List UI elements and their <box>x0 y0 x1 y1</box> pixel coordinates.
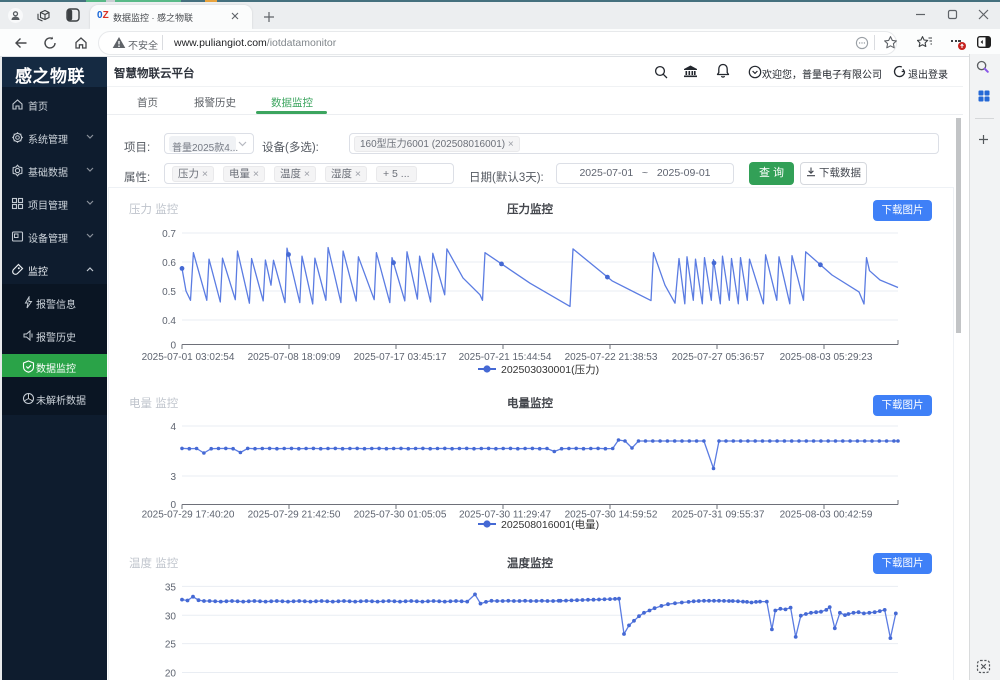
svg-text:2025-07-17 03:45:17: 2025-07-17 03:45:17 <box>354 352 447 363</box>
svg-text:0.6: 0.6 <box>162 258 176 269</box>
svg-text:2025-07-31 09:55:37: 2025-07-31 09:55:37 <box>672 510 765 521</box>
svg-text:2025-07-27 05:36:57: 2025-07-27 05:36:57 <box>672 352 765 363</box>
svg-text:30: 30 <box>165 611 177 622</box>
svg-text:2025-08-03 05:29:23: 2025-08-03 05:29:23 <box>780 352 873 363</box>
svg-text:2025-07-29 17:40:20: 2025-07-29 17:40:20 <box>142 510 235 521</box>
svg-text:202503030001(压力): 202503030001(压力) <box>501 363 599 376</box>
svg-text:35: 35 <box>165 582 177 593</box>
svg-text:2025-07-01 03:02:54: 2025-07-01 03:02:54 <box>142 352 235 363</box>
svg-text:4: 4 <box>170 422 176 433</box>
svg-text:20: 20 <box>165 669 177 680</box>
svg-text:3: 3 <box>170 472 176 483</box>
svg-text:2025-07-29 21:42:50: 2025-07-29 21:42:50 <box>248 510 341 521</box>
svg-text:25: 25 <box>165 640 177 651</box>
svg-text:0.4: 0.4 <box>162 316 176 327</box>
svg-text:2025-07-22 21:38:53: 2025-07-22 21:38:53 <box>565 352 658 363</box>
svg-text:2025-07-30 01:05:05: 2025-07-30 01:05:05 <box>354 510 447 521</box>
svg-text:0: 0 <box>170 341 176 352</box>
svg-text:0.7: 0.7 <box>162 229 176 240</box>
svg-text:2025-08-03 00:42:59: 2025-08-03 00:42:59 <box>780 510 873 521</box>
svg-text:0.5: 0.5 <box>162 287 176 298</box>
svg-text:2025-07-08 18:09:09: 2025-07-08 18:09:09 <box>248 352 341 363</box>
svg-text:2025-07-21 15:44:54: 2025-07-21 15:44:54 <box>459 352 552 363</box>
svg-text:202508016001(电量): 202508016001(电量) <box>501 518 599 531</box>
